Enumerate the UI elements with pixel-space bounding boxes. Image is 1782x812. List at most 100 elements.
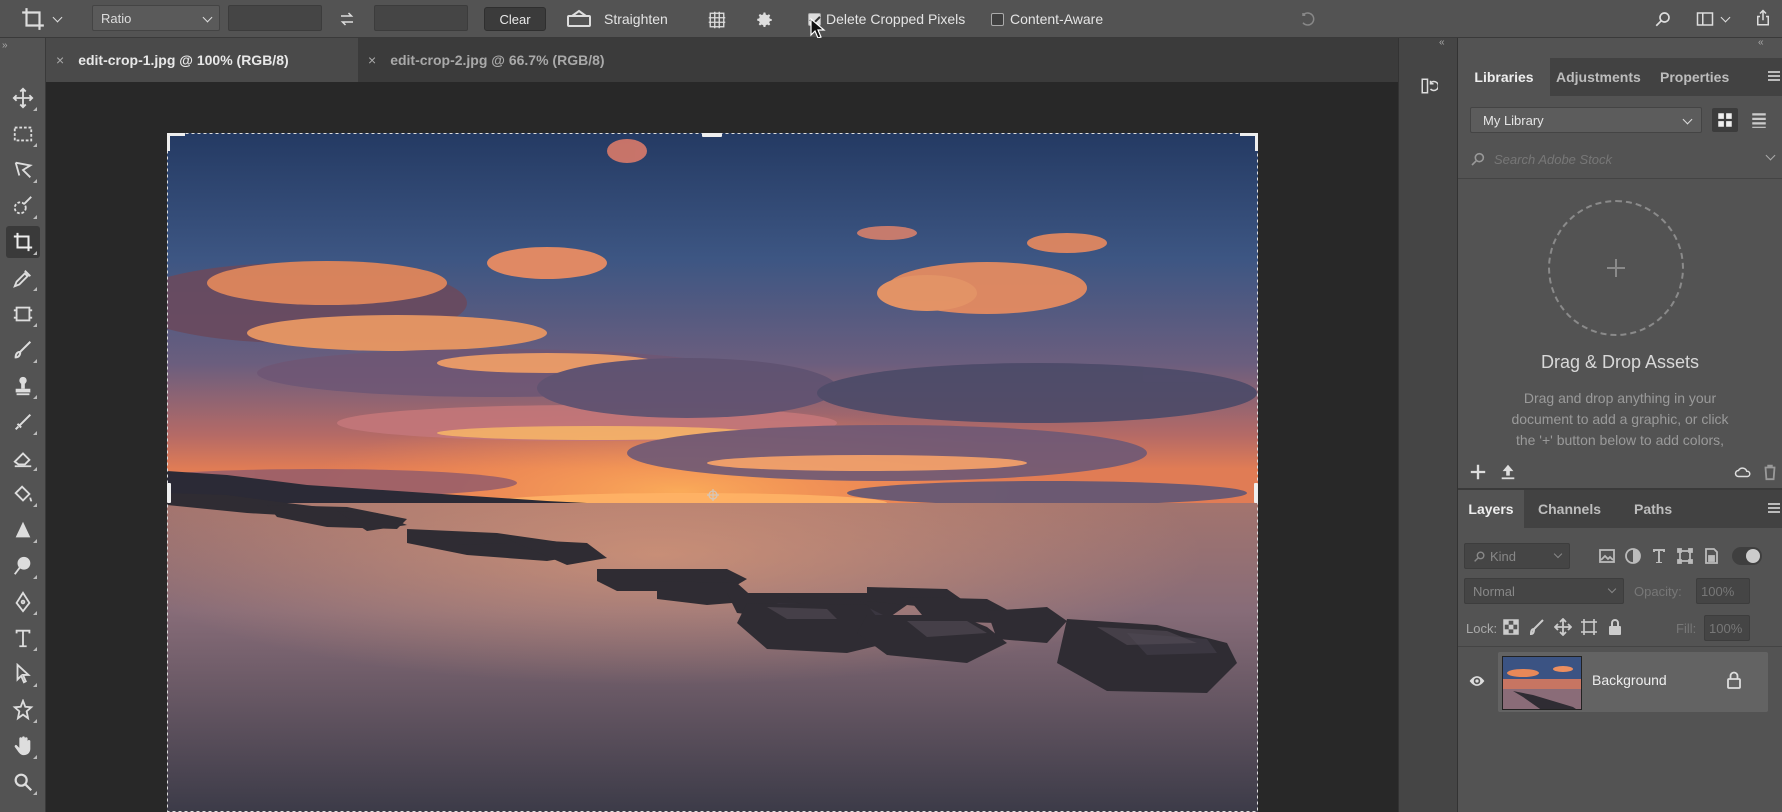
straighten-button[interactable]: Straighten xyxy=(566,0,668,38)
zoom-tool[interactable] xyxy=(6,766,40,798)
close-icon[interactable]: × xyxy=(56,52,64,68)
sharpen-tool[interactable] xyxy=(6,514,40,546)
cancel-crop-button[interactable] xyxy=(1296,6,1322,32)
crop-width-input[interactable] xyxy=(228,5,322,31)
ratio-select[interactable]: Ratio xyxy=(92,5,220,31)
opacity-label: Opacity: xyxy=(1634,584,1682,599)
tab-properties[interactable]: Properties xyxy=(1660,58,1750,96)
filter-smart-objects-button[interactable] xyxy=(1702,547,1720,565)
paint-bucket-tool[interactable] xyxy=(6,478,40,510)
type-tool[interactable] xyxy=(6,622,40,654)
upload-button[interactable] xyxy=(1498,462,1518,482)
frame-tool[interactable] xyxy=(6,298,40,330)
hamburger-menu-icon xyxy=(1768,71,1780,81)
search-button[interactable] xyxy=(1650,6,1676,32)
toggle-knob xyxy=(1746,549,1760,563)
marquee-tool[interactable] xyxy=(6,118,40,150)
crop-settings-button[interactable] xyxy=(752,7,778,33)
clone-stamp-tool[interactable] xyxy=(6,370,40,402)
crop-tool-preset-picker[interactable] xyxy=(20,0,63,38)
drop-zone-circle[interactable] xyxy=(1548,200,1684,336)
eyedropper-tool[interactable] xyxy=(6,262,40,294)
opacity-input[interactable]: 100% xyxy=(1696,578,1750,604)
grid-view-button[interactable] xyxy=(1712,108,1738,132)
path-selection-icon xyxy=(16,663,31,684)
library-select[interactable]: My Library xyxy=(1470,107,1702,133)
collapse-panels-icon[interactable]: « xyxy=(1758,37,1764,48)
fill-label: Fill: xyxy=(1676,621,1697,636)
quick-selection-tool[interactable] xyxy=(6,190,40,222)
filter-shape-layers-button[interactable] xyxy=(1676,547,1694,565)
layer-filter-kind-select[interactable]: Kind xyxy=(1464,543,1570,569)
crop-corner-handle[interactable] xyxy=(167,133,170,151)
swap-dimensions-button[interactable] xyxy=(334,6,360,32)
tab-layers[interactable]: Layers xyxy=(1458,490,1524,528)
lock-all-button[interactable] xyxy=(1606,618,1624,636)
overlay-options-button[interactable] xyxy=(704,7,730,33)
lock-artboard-button[interactable] xyxy=(1580,618,1598,636)
divider xyxy=(1458,646,1782,647)
filter-pixel-layers-button[interactable] xyxy=(1598,547,1616,565)
gear-icon xyxy=(757,12,772,28)
collapse-toolbar-icon[interactable]: » xyxy=(2,40,8,51)
crop-edge-handle[interactable] xyxy=(167,483,171,503)
brush-tool[interactable] xyxy=(6,334,40,366)
content-aware-checkbox[interactable]: Content-Aware xyxy=(991,0,1103,38)
workspace-switcher[interactable] xyxy=(1692,6,1732,32)
fill-value: 100% xyxy=(1709,620,1743,636)
fill-input[interactable]: 100% xyxy=(1704,615,1750,641)
tab-label: Properties xyxy=(1660,69,1730,85)
creative-cloud-button[interactable] xyxy=(1732,462,1754,482)
layers-empty-area xyxy=(1458,714,1782,812)
tab-adjustments[interactable]: Adjustments xyxy=(1556,58,1650,96)
history-panel-button[interactable] xyxy=(1415,72,1443,100)
delete-button[interactable] xyxy=(1760,462,1780,482)
healing-brush-icon xyxy=(14,413,32,431)
close-icon[interactable]: × xyxy=(368,52,376,68)
paint-bucket-icon xyxy=(14,485,33,502)
crop-edge-handle[interactable] xyxy=(702,133,722,137)
pen-tool[interactable] xyxy=(6,586,40,618)
dodge-tool[interactable] xyxy=(6,550,40,582)
filter-adjustment-layers-button[interactable] xyxy=(1624,547,1642,565)
expand-dock-icon[interactable]: « xyxy=(1439,37,1445,48)
blend-mode-select[interactable]: Normal xyxy=(1464,578,1624,604)
tab-paths[interactable]: Paths xyxy=(1634,490,1684,528)
photo-seascape-sunset[interactable] xyxy=(167,133,1258,812)
tab-edit-crop-1[interactable]: × edit-crop-1.jpg @ 100% (RGB/8) xyxy=(46,38,358,82)
list-view-button[interactable] xyxy=(1746,108,1772,132)
lock-transparent-pixels-button[interactable] xyxy=(1502,618,1520,636)
filter-toggle-switch[interactable] xyxy=(1732,547,1762,565)
filter-type-layers-button[interactable] xyxy=(1650,547,1668,565)
hand-tool[interactable] xyxy=(6,730,40,762)
tab-libraries[interactable]: Libraries xyxy=(1458,58,1550,96)
dodge-icon xyxy=(14,556,31,575)
workspace-icon xyxy=(1696,12,1713,26)
clear-button[interactable]: Clear xyxy=(484,7,546,31)
crop-corner-handle[interactable] xyxy=(1255,133,1258,151)
layer-row-background[interactable]: Background xyxy=(1458,650,1782,714)
layer-visibility-toggle[interactable] xyxy=(1466,672,1488,690)
healing-brush-tool[interactable] xyxy=(6,406,40,438)
lasso-tool[interactable] xyxy=(6,154,40,186)
tab-channels[interactable]: Channels xyxy=(1538,490,1618,528)
tab-edit-crop-2[interactable]: × edit-crop-2.jpg @ 66.7% (RGB/8) xyxy=(358,38,668,82)
custom-shape-tool[interactable] xyxy=(6,694,40,726)
crop-edge-handle[interactable] xyxy=(1254,483,1258,503)
share-button[interactable] xyxy=(1750,4,1776,32)
lock-image-pixels-button[interactable] xyxy=(1528,618,1546,636)
content-aware-label: Content-Aware xyxy=(1010,11,1104,27)
add-content-button[interactable] xyxy=(1468,462,1488,482)
smart-object-icon xyxy=(1705,548,1718,564)
stock-search-field[interactable]: Search Adobe Stock xyxy=(1466,146,1782,172)
move-tool[interactable] xyxy=(6,82,40,114)
delete-cropped-pixels-checkbox[interactable]: Delete Cropped Pixels xyxy=(808,0,965,38)
path-selection-tool[interactable] xyxy=(6,658,40,690)
panel-menu-button[interactable] xyxy=(1766,66,1782,86)
lock-position-button[interactable] xyxy=(1554,618,1572,636)
crop-height-input[interactable] xyxy=(374,5,468,31)
eraser-tool[interactable] xyxy=(6,442,40,474)
lock-label: Lock: xyxy=(1466,621,1498,636)
panel-menu-button[interactable] xyxy=(1766,498,1782,518)
crop-tool[interactable] xyxy=(6,226,40,258)
